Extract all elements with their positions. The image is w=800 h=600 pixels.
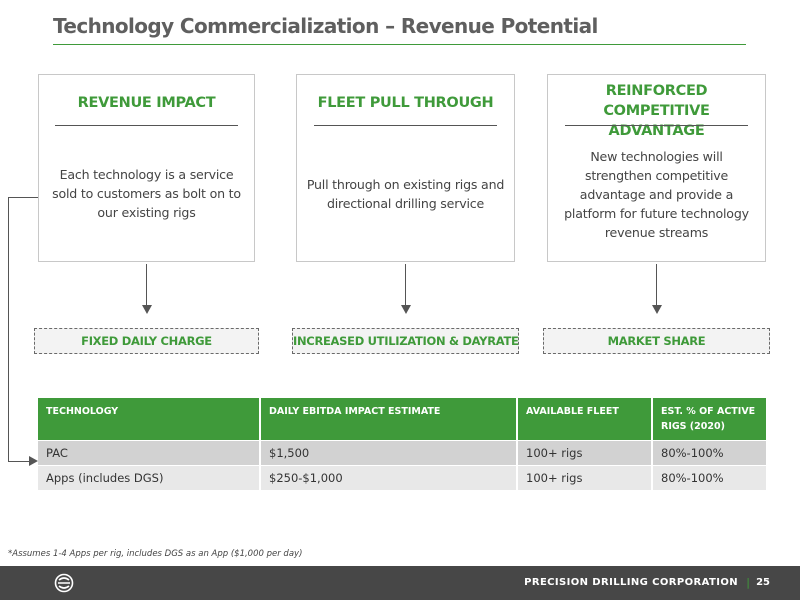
table-cell: 80%-100% xyxy=(652,465,766,490)
connector-line xyxy=(8,197,9,461)
down-arrow-line xyxy=(656,264,657,306)
connector-line xyxy=(8,197,38,198)
card-body: New technologies will strengthen competi… xyxy=(564,149,749,240)
card-divider xyxy=(565,125,748,126)
outcome-fixed-daily-charge: FIXED DAILY CHARGE xyxy=(34,328,259,354)
table-cell: $1,500 xyxy=(260,440,518,466)
card-competitive-advantage: REINFORCED COMPETITIVE ADVANTAGE New tec… xyxy=(547,74,766,262)
card-heading: FLEET PULL THROUGH xyxy=(317,95,494,111)
table-cell: 80%-100% xyxy=(652,440,766,466)
card-body: Each technology is a service sold to cus… xyxy=(52,167,241,220)
down-arrow-icon xyxy=(652,305,662,314)
down-arrow-icon xyxy=(142,305,152,314)
table-cell: PAC xyxy=(38,440,261,466)
table-row: PAC $1,500 100+ rigs 80%-100% xyxy=(38,440,766,466)
precision-drilling-logo-icon xyxy=(54,573,74,593)
page-number: 25 xyxy=(756,577,770,588)
title-divider xyxy=(53,44,746,45)
technology-table: TECHNOLOGY DAILY EBITDA IMPACT ESTIMATE … xyxy=(38,398,766,490)
outcome-utilization-dayrate: INCREASED UTILIZATION & DAYRATE xyxy=(292,328,519,354)
card-heading: REVENUE IMPACT xyxy=(77,95,216,111)
footer-company-name: PRECISION DRILLING CORPORATION xyxy=(524,577,738,588)
column-header: EST. % OF ACTIVE RIGS (2020) xyxy=(652,398,766,441)
table-cell: Apps (includes DGS) xyxy=(38,465,261,490)
footnote: *Assumes 1-4 Apps per rig, includes DGS … xyxy=(8,549,303,559)
table-cell: 100+ rigs xyxy=(517,440,653,466)
card-divider xyxy=(55,125,238,126)
table-row: Apps (includes DGS) $250-$1,000 100+ rig… xyxy=(38,465,766,490)
table-cell: $250-$1,000 xyxy=(260,465,518,490)
card-divider xyxy=(314,125,497,126)
column-header: TECHNOLOGY xyxy=(38,398,261,441)
card-revenue-impact: REVENUE IMPACT Each technology is a serv… xyxy=(38,74,255,262)
footer-separator: | xyxy=(746,576,750,589)
card-body: Pull through on existing rigs and direct… xyxy=(306,177,505,211)
card-heading: REINFORCED COMPETITIVE ADVANTAGE xyxy=(603,83,710,139)
footer-bar: PRECISION DRILLING CORPORATION | 25 xyxy=(0,566,800,600)
connector-line xyxy=(8,461,30,462)
card-fleet-pull-through: FLEET PULL THROUGH Pull through on exist… xyxy=(296,74,515,262)
table-cell: 100+ rigs xyxy=(517,465,653,490)
column-header: DAILY EBITDA IMPACT ESTIMATE xyxy=(260,398,518,441)
outcome-market-share: MARKET SHARE xyxy=(543,328,770,354)
down-arrow-line xyxy=(405,264,406,306)
page-title: Technology Commercialization – Revenue P… xyxy=(53,14,598,38)
down-arrow-icon xyxy=(401,305,411,314)
down-arrow-line xyxy=(146,264,147,306)
table-header-row: TECHNOLOGY DAILY EBITDA IMPACT ESTIMATE … xyxy=(38,398,766,441)
right-arrow-icon xyxy=(29,456,38,466)
column-header: AVAILABLE FLEET xyxy=(517,398,653,441)
